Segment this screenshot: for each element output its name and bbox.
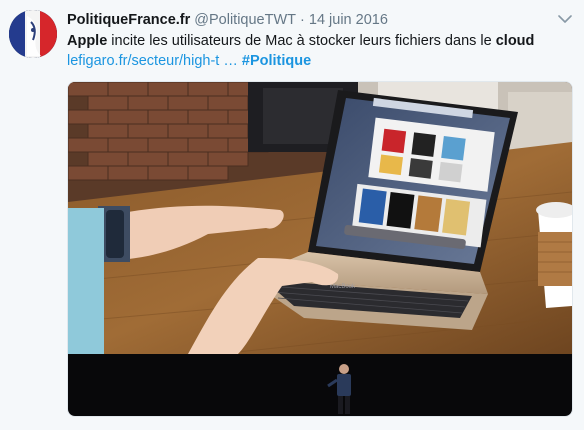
chevron-down-icon[interactable] [558,14,572,24]
tweet-media-photo[interactable]: MacBook [67,81,573,417]
tweet-header: PolitiqueFrance.fr @PolitiqueTWT · 14 ju… [67,10,388,30]
article-link[interactable]: lefigaro.fr/secteur/high-t … [67,53,238,69]
text-keyword-apple: Apple [67,33,108,49]
tweet-text: Apple incite les utilisateurs de Mac à s… [67,31,572,71]
tweet-date[interactable]: 14 juin 2016 [309,10,388,30]
french-flag-avatar-icon [9,10,57,58]
text-body: incite les utilisateurs de Mac à stocker… [107,33,496,49]
keyboard-brand-label: MacBook [330,284,356,290]
brick-wall [68,82,269,181]
separator: · [300,12,305,28]
avatar[interactable] [9,10,57,58]
tweet-card[interactable]: PolitiqueFrance.fr @PolitiqueTWT · 14 ju… [0,0,584,430]
media-illustration: MacBook [68,82,572,416]
author-name[interactable]: PolitiqueFrance.fr [67,10,190,30]
hashtag-link[interactable]: #Politique [242,53,311,69]
text-keyword-cloud: cloud [495,33,535,49]
author-handle[interactable]: @PolitiqueTWT [194,10,296,30]
